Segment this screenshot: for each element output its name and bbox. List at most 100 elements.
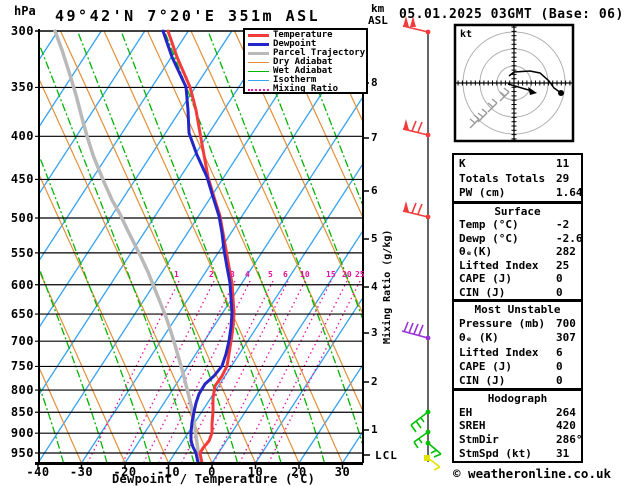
km-tick-label: 2 xyxy=(371,375,378,388)
hodograph-panel xyxy=(453,23,575,143)
wind-barb-column xyxy=(401,16,442,471)
pressure-tick-label: 800 xyxy=(10,383,34,398)
table-row-value: 11 xyxy=(556,156,570,170)
pressure-gridlines xyxy=(35,30,363,454)
table-row-label: θₑ(K) xyxy=(459,245,493,258)
legend-swatch-dry-adiabat xyxy=(248,62,269,63)
mixing-ratio-value-label: 25 xyxy=(355,270,365,279)
temp-tick-label: 0 xyxy=(208,465,216,479)
table-row-label: CAPE (J) xyxy=(459,272,512,285)
km-tick-label: 4 xyxy=(371,280,378,293)
table-row: Dewp (°C) -2.6 xyxy=(454,231,583,245)
table-row-label: PW (cm) xyxy=(459,186,506,200)
legend-item: Mixing Ratio xyxy=(245,85,366,94)
km-tick-label: 6 xyxy=(371,184,378,197)
table-row-label: CIN (J) xyxy=(459,285,506,299)
table-row-label: StmSpd (kt) xyxy=(459,447,532,461)
table-row-label: θₑ (K) xyxy=(459,331,499,345)
hodograph-table: Hodograph EH 264 SREH 420 StmDir 286° StmSpd (k… xyxy=(452,389,583,463)
legend-label: Mixing Ratio xyxy=(273,84,339,94)
table-row-value: 286° xyxy=(556,433,583,447)
hodograph-unit-label: kt xyxy=(460,29,473,40)
surface-table: Surface Temp (°C) -2 Dewp (°C) -2.6 θₑ(K) 282 L… xyxy=(452,202,583,301)
table-row: CIN (J) 0 xyxy=(454,286,581,299)
table-row: CAPE (J) 0 xyxy=(454,272,581,285)
mixing-ratio-value-label: 2 xyxy=(209,270,214,279)
mixing-ratio-value-label: 3 xyxy=(230,270,235,279)
table-row-value: 700 xyxy=(556,317,576,331)
sounding-curves xyxy=(53,29,236,464)
most-unstable-table: Most Unstable Pressure (mb) 700 θₑ (K) 307 Li… xyxy=(452,300,583,390)
table-row-label: SREH xyxy=(459,419,486,433)
table-row: Pressure (mb) 700 xyxy=(454,317,581,330)
table-row-label: Pressure (mb) xyxy=(459,317,546,331)
mixing-ratio-value-label: 6 xyxy=(283,270,288,279)
pressure-tick-label: 700 xyxy=(10,334,34,349)
pressure-tick-label: 950 xyxy=(10,445,34,460)
table-row: Temp (°C) -2 xyxy=(454,218,581,231)
table-row-value: 1.64 xyxy=(556,186,583,200)
mixing-ratio-value-label: 5 xyxy=(268,270,273,279)
table-title: Hodograph xyxy=(487,391,548,405)
skewt-sounding-screenshot: hPa 49°42'N 7°20'E 351m ASL 05.01.2025 0… xyxy=(0,0,629,486)
mixing-ratio-value-label: 1 xyxy=(174,270,179,279)
km-tick-label: 8 xyxy=(371,76,378,89)
table-row: Lifted Index 25 xyxy=(454,259,581,272)
copyright: © weatheronline.co.uk xyxy=(453,466,612,481)
pressure-tick-label: 650 xyxy=(10,307,34,322)
mixing-ratio-axis-label: Mixing Ratio (g/kg) xyxy=(382,229,393,344)
table-row-value: 0 xyxy=(556,373,563,387)
table-row-value: 0 xyxy=(556,285,563,299)
legend-swatch-isotherm xyxy=(248,80,269,81)
table-row: Lifted Index 6 xyxy=(454,346,581,359)
table-row-value: 307 xyxy=(556,331,576,345)
km-tick-label: 7 xyxy=(371,131,378,144)
table-row: SREH 420 xyxy=(454,419,581,432)
table-row-value: 264 xyxy=(556,405,576,419)
table-row-label: StmDir xyxy=(459,433,499,447)
table-row-value: 420 xyxy=(556,419,576,433)
table-row-value: 0 xyxy=(556,359,563,373)
temp-tick-label: -10 xyxy=(156,465,181,479)
temp-tick-label: 20 xyxy=(291,465,307,479)
table-row-label: Totals Totals xyxy=(459,171,546,185)
pressure-tick-label: 350 xyxy=(10,80,34,95)
table-row-label: CAPE (J) xyxy=(459,359,512,373)
table-row-value: 6 xyxy=(556,345,563,359)
km-tick-label: 1 xyxy=(371,423,378,436)
table-row: K 11 xyxy=(454,157,581,170)
pressure-tick-label: 600 xyxy=(10,277,34,292)
pressure-tick-label: 900 xyxy=(10,426,34,441)
temp-tick-label: 10 xyxy=(247,465,264,479)
temp-tick-label: -20 xyxy=(113,465,137,479)
table-title: Surface xyxy=(494,204,541,218)
table-row: CIN (J) 0 xyxy=(454,374,581,387)
table-row-label: CIN (J) xyxy=(459,373,506,387)
pressure-unit-label: hPa xyxy=(14,4,36,18)
table-title: Most Unstable xyxy=(474,303,561,317)
temp-tick-label: 30 xyxy=(334,465,351,479)
table-row-value: 0 xyxy=(556,272,563,285)
altitude-unit-asl: ASL xyxy=(368,14,388,27)
table-row-label: Lifted Index xyxy=(459,345,539,359)
table-row: θₑ(K) 282 xyxy=(454,245,581,258)
table-row-value: 31 xyxy=(556,447,570,461)
table-row-label: Dewp (°C) xyxy=(459,231,519,245)
lcl-label: LCL xyxy=(375,449,398,462)
datetime-title: 05.01.2025 03GMT (Base: 06) xyxy=(399,7,624,22)
indices-table: K 11 Totals Totals 29 PW (cm) 1.64 xyxy=(452,153,583,203)
table-row-label: Temp (°C) xyxy=(459,218,519,231)
legend-swatch-parcel-trajectory xyxy=(248,52,269,55)
mixing-ratio-value-label: 15 xyxy=(326,270,336,279)
table-row: StmDir 286° xyxy=(454,433,583,447)
mixing-ratio-value-label: 4 xyxy=(245,270,250,279)
pressure-tick-label: 400 xyxy=(10,129,34,144)
pressure-tick-label: 750 xyxy=(10,359,34,374)
legend-swatch-wet-adiabat xyxy=(248,71,269,72)
table-row: CAPE (J) 0 xyxy=(454,360,581,373)
pressure-tick-label: 500 xyxy=(10,211,34,225)
table-row: Totals Totals 29 xyxy=(454,172,581,185)
table-row-value: 25 xyxy=(556,258,570,272)
table-row: StmSpd (kt) 31 xyxy=(454,447,581,460)
table-row-value: 282 xyxy=(556,245,576,258)
